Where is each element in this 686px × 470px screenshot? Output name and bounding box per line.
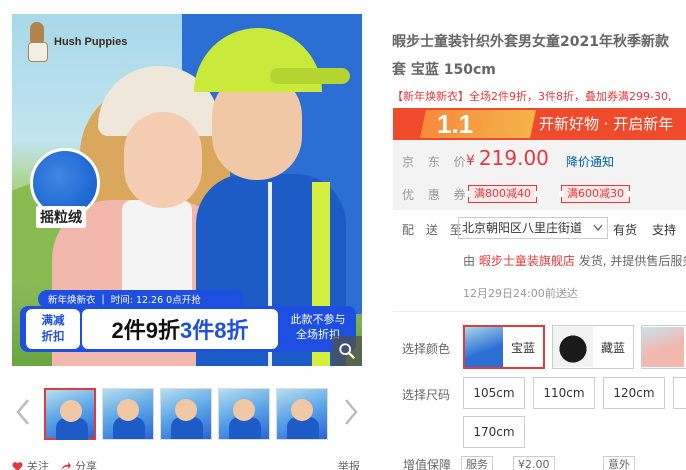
delivery-note: 12月29日24:00前送达 — [463, 287, 578, 300]
thumbnail-list — [44, 388, 328, 440]
social-row: 关注 分享 举报 — [12, 458, 364, 470]
chevron-left-icon — [16, 399, 29, 425]
service-label: 增值保障 — [403, 458, 452, 470]
brand-logo: Hush Puppies — [26, 22, 127, 62]
promo-time: 时间: 12.26 0点开抢 — [110, 295, 201, 306]
sale-banner[interactable]: 1.1 开新好物 · 开启新年 — [393, 108, 686, 140]
thumbnail-prev-button[interactable] — [12, 392, 34, 432]
sale-slogan: 开新好物 · 开启新年 — [539, 115, 674, 133]
promo-left-label: 满减 折扣 — [26, 309, 80, 349]
chevron-right-icon — [345, 399, 358, 425]
follow-button[interactable]: 关注 — [12, 458, 49, 470]
address-select[interactable]: 北京朝阳区八里庄街道 — [458, 217, 608, 239]
color-option[interactable] — [641, 325, 686, 369]
shop-prefix: 由 — [463, 254, 476, 268]
service-row: 增值保障 服务 ¥2.00 意外 — [403, 456, 686, 470]
color-swatch — [465, 327, 503, 367]
coupon-label: 优 惠 券 — [402, 188, 471, 202]
color-swatch — [553, 327, 593, 367]
heart-icon — [12, 461, 23, 470]
promo-text: 全场2件9折，3件8折，叠加券满299-30, — [469, 90, 672, 103]
address-value: 北京朝阳区八里庄街道 — [462, 221, 583, 235]
basset-hound-icon — [26, 22, 48, 62]
thumbnail-next-button[interactable] — [340, 392, 362, 432]
shop-line: 由 暇步士童装旗舰店 发货, 并提供售后服务 — [463, 252, 686, 269]
promo-offer-part: 2件 — [111, 318, 146, 343]
share-icon — [60, 461, 71, 470]
thumbnail-3[interactable] — [160, 388, 212, 440]
size-label: 选择尺码 — [402, 388, 451, 402]
size-option[interactable]: 120cm — [603, 377, 665, 409]
image-girl-face — [124, 112, 202, 208]
price-drop-notify-link[interactable]: 降价通知 — [566, 153, 614, 170]
product-title-line1: 暇步士童装针织外套男女童2021年秋季新款 — [392, 34, 669, 50]
promo-divider: | — [101, 293, 105, 305]
price-value: 219.00 — [478, 146, 549, 170]
promo-tag: 【新年焕新衣】 — [392, 90, 469, 103]
image-boy-cap-brim — [270, 68, 350, 84]
promo-offer-part: 8折 — [214, 318, 249, 343]
promo-right-line: 此款不参与 — [290, 313, 346, 326]
share-button[interactable]: 分享 — [60, 458, 97, 470]
fabric-label: 摇粒绒 — [36, 206, 86, 228]
thumbnail-5[interactable] — [276, 388, 328, 440]
shop-suffix: 发货, 并提供售后服务 — [578, 254, 686, 268]
service-option[interactable]: 服务 — [461, 456, 493, 470]
thumbnail-2[interactable] — [102, 388, 154, 440]
ship-to-label: 配 送 至 — [402, 223, 466, 237]
size-option[interactable] — [673, 377, 686, 409]
thumbnail-1[interactable] — [44, 388, 96, 440]
product-title: 暇步士童装针织外套男女童2021年秋季新款 套 宝蓝 150cm — [392, 28, 686, 84]
price: ¥219.00 — [466, 146, 549, 170]
coupon-600-30[interactable]: 满600减30 — [559, 185, 632, 203]
color-name: 藏蓝 — [600, 340, 625, 355]
promo-line: 【新年焕新衣】全场2件9折，3件8折，叠加券满299-30, — [392, 88, 686, 104]
size-option[interactable]: 105cm — [463, 377, 525, 409]
support-label: 支持 — [652, 223, 677, 237]
service-price[interactable]: ¥2.00 — [513, 456, 555, 470]
shop-link[interactable]: 暇步士童装旗舰店 — [479, 254, 575, 268]
color-swatch — [642, 327, 684, 367]
promo-top-label: 新年焕新衣 — [48, 295, 96, 306]
size-option[interactable]: 170cm — [463, 416, 525, 448]
coupon-800-40[interactable]: 满800减40 — [466, 185, 539, 203]
promo-offer-part: 9折 — [145, 318, 180, 343]
chevron-down-icon — [593, 224, 603, 232]
brand-name: Hush Puppies — [54, 36, 128, 48]
zoom-button[interactable] — [332, 336, 362, 366]
divider — [393, 311, 686, 312]
service-option-accident[interactable]: 意外 — [603, 456, 635, 470]
stock-status: 有货 — [613, 223, 638, 237]
color-label: 选择颜色 — [402, 342, 451, 356]
color-option[interactable]: 宝蓝 — [463, 325, 545, 369]
thumbnail-row — [12, 384, 364, 444]
report-label: 举报 — [338, 460, 360, 470]
promo-left-line: 折扣 — [41, 329, 65, 343]
thumbnail-4[interactable] — [218, 388, 270, 440]
promo-offer: 2件 9折 3件 8折 — [82, 309, 278, 349]
sale-number: 1.1 — [437, 109, 474, 139]
size-option[interactable]: 110cm — [533, 377, 595, 409]
price-label: 京 东 价 — [402, 155, 471, 169]
promo-offer-part: 3件 — [180, 318, 215, 343]
price-currency: ¥ — [466, 153, 475, 169]
promo-banner: 新年焕新衣 | 时间: 12.26 0点开抢 满减折扣 2件 9折 3件 8折 此款不… — [20, 290, 356, 354]
product-title-line2: 套 宝蓝 150cm — [392, 62, 496, 78]
magnifier-icon — [339, 343, 355, 359]
promo-left-line: 满减 — [41, 313, 65, 327]
follow-label: 关注 — [27, 460, 49, 470]
color-option[interactable]: 藏蓝 — [552, 325, 634, 369]
color-name: 宝蓝 — [510, 340, 535, 355]
report-link[interactable]: 举报 — [338, 458, 360, 470]
share-label: 分享 — [75, 460, 97, 470]
